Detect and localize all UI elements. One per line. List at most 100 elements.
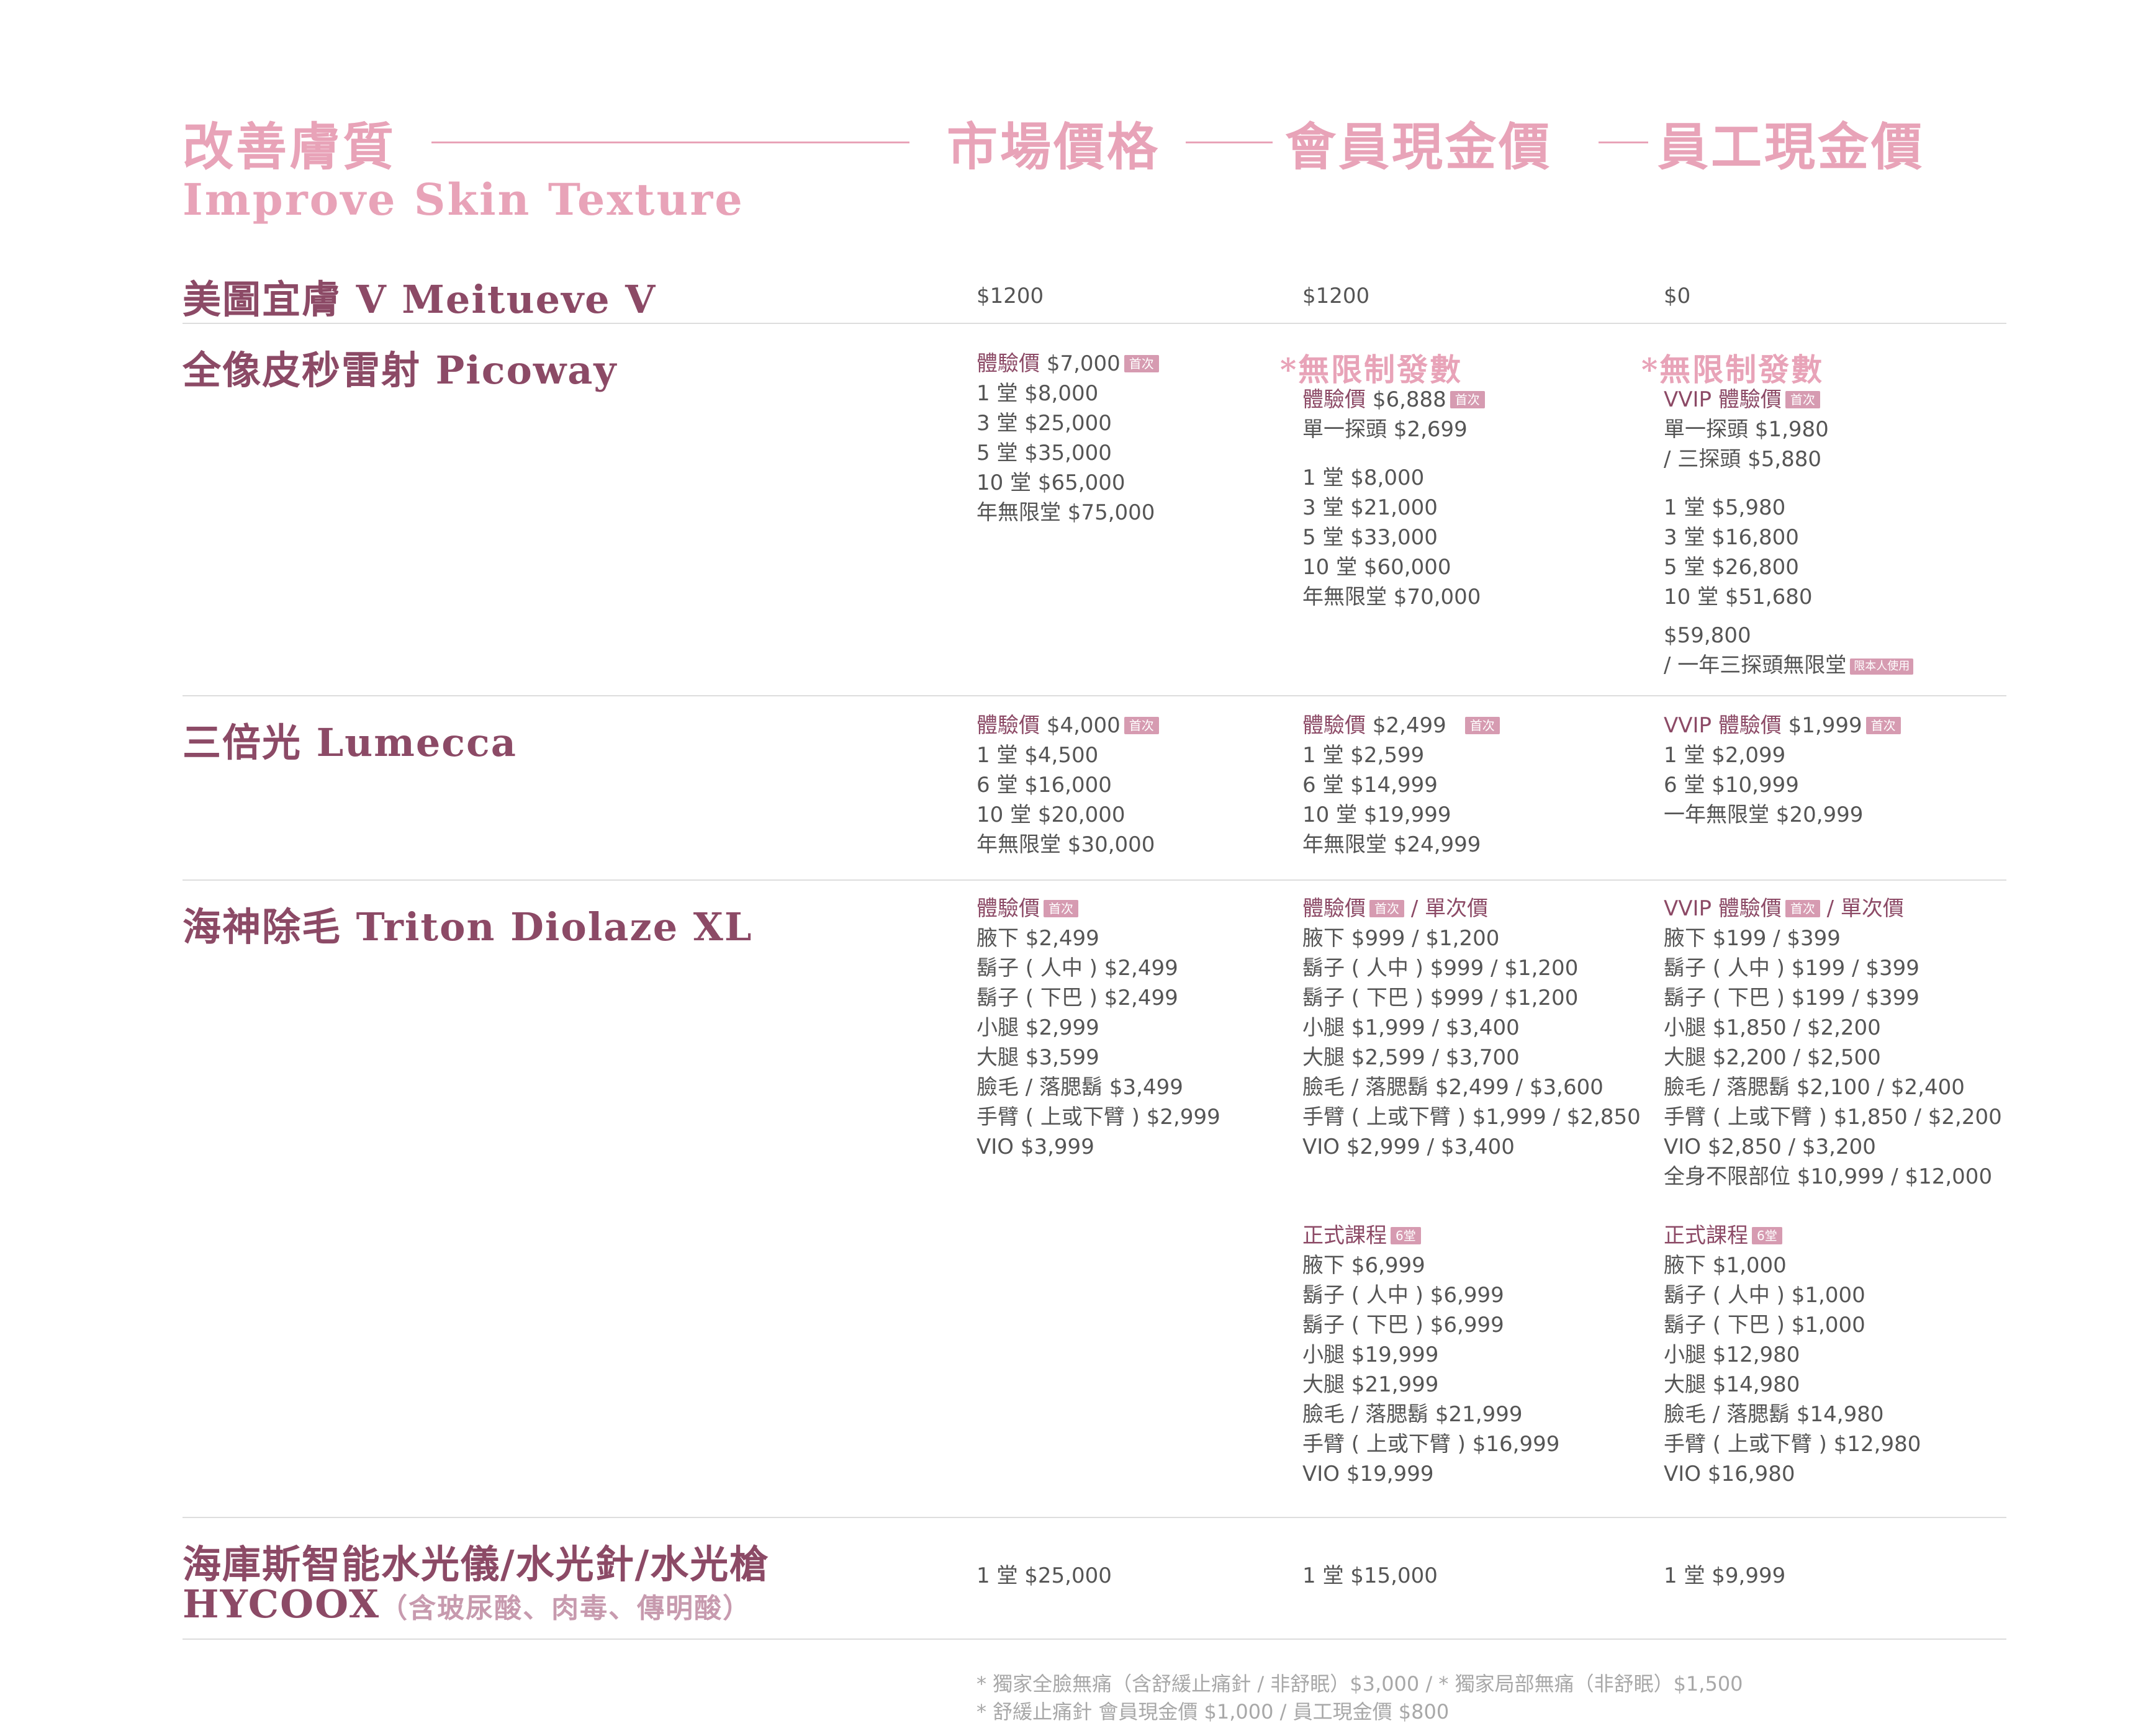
price-member-triton: 體驗價 首次 / 單次價 腋下 $999 / $1,200 鬍子 ( 人中 ) $… [1302,894,1641,1162]
price-market-picoway: 體驗價 $7,000 首次 1 堂 $8,000 3 堂 $25,000 5 堂 … [977,349,1159,528]
unlimited-note-staff: *無限制發數 [1641,351,1824,388]
price-market-triton: 體驗價 首次 腋下 $2,499 鬍子 ( 人中 ) $2,499 鬍子 ( 下巴… [977,894,1220,1162]
price-line: 5 堂 $33,000 [1302,525,1438,550]
price-line: 臉毛 / 落腮鬍 $3,499 [977,1075,1183,1100]
trial-label: 體驗價 [1302,387,1366,412]
price-line: 6 堂 $10,999 [1664,773,1799,798]
row-divider [183,323,2006,324]
price-line: 一年無限堂 $20,999 [1664,802,1864,827]
price-line: 臉毛 / 落腮鬍 $2,100 / $2,400 [1664,1075,1965,1100]
price-line: 全身不限部位 $10,999 / $12,000 [1664,1164,1993,1189]
price-line: 大腿 $3,599 [977,1045,1099,1070]
price-staff-triton: VVIP 體驗價 首次 / 單次價 腋下 $199 / $399 鬍子 ( 人中 … [1664,894,2002,1192]
price-line: $59,800 [1664,623,1751,648]
header-rule [1186,142,1273,143]
price-line: 10 堂 $19,999 [1302,802,1451,827]
trial-label: 體驗價 [977,896,1040,921]
price-line: 年無限堂 $24,999 [1302,832,1481,857]
service-name-triton: 海神除毛 Triton Diolaze XL [183,904,753,950]
price-line: 小腿 $1,999 / $3,400 [1302,1015,1520,1040]
price-line: 鬍子 ( 下巴 ) $199 / $399 [1664,986,1919,1010]
price-member-picoway: 體驗價 $6,888 首次 單一探頭 $2,699 1 堂 $8,000 3 堂 … [1302,385,1485,612]
price-value: $1200 [977,284,1044,308]
price-line: 大腿 $21,999 [1302,1372,1439,1397]
trial-label: VVIP 體驗價 [1664,713,1782,738]
price-line: 10 堂 $60,000 [1302,555,1451,580]
row-divider [183,1517,2006,1518]
trial-label: 體驗價 [1302,713,1366,738]
trial-price: $6,888 [1372,387,1446,412]
column-header-member: 會員現金價 [1285,117,1553,177]
first-time-badge: 首次 [1785,900,1820,917]
price-line: 1 堂 $15,000 [1302,1563,1438,1588]
price-staff-meitueve: $0 [1664,281,1690,311]
service-name-lumecca: 三倍光 Lumecca [183,720,517,765]
price-line: 臉毛 / 落腮鬍 $21,999 [1302,1402,1523,1427]
course-staff-triton: 正式課程 6堂 腋下 $1,000 鬍子 ( 人中 ) $1,000 鬍子 ( 下… [1664,1221,1921,1489]
price-line: 小腿 $2,999 [977,1015,1099,1040]
price-line: 鬍子 ( 下巴 ) $999 / $1,200 [1302,986,1579,1010]
price-line: 1 堂 $2,099 [1664,743,1786,768]
six-sessions-badge: 6堂 [1391,1227,1421,1244]
price-line: 鬍子 ( 人中 ) $999 / $1,200 [1302,956,1579,981]
price-line: 單一探頭 $2,699 [1302,417,1468,442]
service-name-hycoox: 海庫斯智能水光儀/水光針/水光槍 [183,1542,770,1587]
price-line: 腋下 $2,499 [977,926,1099,951]
first-time-badge: 首次 [1865,717,1901,734]
header-rule [1599,142,1648,143]
price-line: 手臂 ( 上或下臂 ) $1,850 / $2,200 [1664,1105,2002,1130]
price-line: 年無限堂 $75,000 [977,500,1155,525]
price-line: 3 堂 $16,800 [1664,525,1799,550]
price-line: 鬍子 ( 下巴 ) $6,999 [1302,1313,1504,1337]
price-line: 3 堂 $25,000 [977,411,1112,436]
trial-price: $7,000 [1046,351,1121,376]
single-price-label: / 單次價 [1826,896,1904,921]
column-header-market: 市場價格 [947,117,1161,177]
price-line: 手臂 ( 上或下臂 ) $16,999 [1302,1432,1560,1457]
price-line: 6 堂 $16,000 [977,773,1112,798]
price-line: VIO $19,999 [1302,1462,1434,1486]
price-line: 5 堂 $26,800 [1664,555,1799,580]
course-member-triton: 正式課程 6堂 腋下 $6,999 鬍子 ( 人中 ) $6,999 鬍子 ( 下… [1302,1221,1559,1489]
price-line: 1 堂 $25,000 [977,1563,1112,1588]
price-line: 鬍子 ( 下巴 ) $1,000 [1664,1313,1865,1337]
price-line: 10 堂 $51,680 [1664,585,1813,609]
price-line: 1 堂 $4,500 [977,743,1099,768]
trial-label: VVIP 體驗價 [1664,896,1782,921]
price-member-hycoox: 1 堂 $15,000 [1302,1561,1438,1591]
price-staff-picoway: VVIP 體驗價 首次 單一探頭 $1,980 / 三探頭 $5,880 1 堂 … [1664,385,1914,680]
trial-label: 體驗價 [977,713,1040,738]
price-member-lumecca: 體驗價 $2,499 首次 1 堂 $2,599 6 堂 $14,999 10 堂… [1302,711,1500,860]
trial-price: $1,999 [1788,713,1862,738]
first-time-badge: 首次 [1124,355,1159,372]
price-line: 臉毛 / 落腮鬍 $14,980 [1664,1402,1884,1427]
price-line: 大腿 $14,980 [1664,1372,1800,1397]
service-name-picoway: 全像皮秒雷射 Picoway [183,348,618,393]
price-line: 鬍子 ( 人中 ) $2,499 [977,956,1178,981]
course-label: 正式課程 [1664,1223,1748,1248]
price-line: VIO $2,999 / $3,400 [1302,1135,1515,1159]
price-line: 1 堂 $9,999 [1664,1563,1786,1588]
price-line: 腋下 $1,000 [1664,1253,1787,1278]
service-ingredients: （含玻尿酸、肉毒、傳明酸） [380,1593,752,1624]
price-line: 小腿 $12,980 [1664,1342,1800,1367]
section-title-cn: 改善膚質 [183,117,397,177]
trial-price: $4,000 [1046,713,1121,738]
price-line: 單一探頭 $1,980 [1664,417,1829,442]
price-line: 臉毛 / 落腮鬍 $2,499 / $3,600 [1302,1075,1603,1100]
price-line: 3 堂 $21,000 [1302,495,1438,520]
price-line: 鬍子 ( 下巴 ) $2,499 [977,986,1178,1010]
price-line: 10 堂 $65,000 [977,470,1125,495]
service-name-hycoox-en: HYCOOX（含玻尿酸、肉毒、傳明酸） [183,1581,751,1627]
price-line: 小腿 $1,850 / $2,200 [1664,1015,1881,1040]
price-line: 年無限堂 $70,000 [1302,585,1481,609]
price-line: 手臂 ( 上或下臂 ) $1,999 / $2,850 [1302,1105,1641,1130]
first-time-badge: 首次 [1044,900,1078,917]
price-line: 6 堂 $14,999 [1302,773,1438,798]
price-line: 大腿 $2,200 / $2,500 [1664,1045,1881,1070]
course-label: 正式課程 [1302,1223,1387,1248]
price-line: 鬍子 ( 人中 ) $1,000 [1664,1283,1865,1308]
price-staff-hycoox: 1 堂 $9,999 [1664,1561,1785,1591]
price-staff-lumecca: VVIP 體驗價 $1,999 首次 1 堂 $2,099 6 堂 $10,999… [1664,711,1901,830]
row-divider [183,1638,2006,1640]
